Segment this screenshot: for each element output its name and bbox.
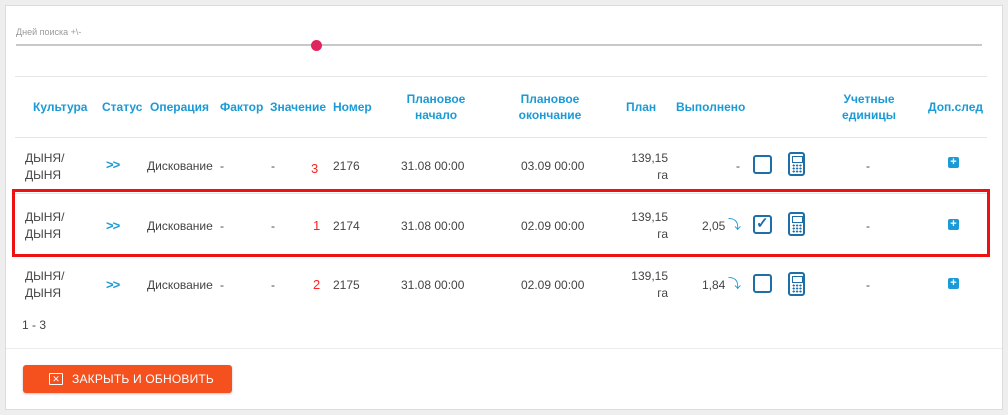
cell-units: - [866,278,870,292]
col-status[interactable]: Статус [102,99,142,115]
calculator-icon[interactable] [788,152,805,176]
col-factor[interactable]: Фактор [220,99,263,115]
close-and-refresh-button[interactable]: ✕ ЗАКРЫТЬ И ОБНОВИТЬ [23,365,232,393]
col-plan-end[interactable]: Плановое окончание [508,91,592,123]
cell-value: - [271,159,275,173]
row-marker: 3 [311,161,319,176]
cell-plan-end: 03.09 00:00 [521,159,585,173]
col-extra[interactable]: Доп.след [928,99,983,115]
cell-plan: 139,15 га [631,151,668,182]
button-label: ЗАКРЫТЬ И ОБНОВИТЬ [72,372,215,386]
col-done[interactable]: Выполнено [676,99,745,115]
double-chevron-right-icon[interactable]: >> [106,157,120,172]
cell-operation: Дискование [147,278,213,292]
cell-plan-start: 31.08 00:00 [401,278,465,292]
return-arrow-icon: ⤵ [728,276,742,291]
cell-number: 2175 [333,278,360,292]
col-operation[interactable]: Операция [150,99,209,115]
add-extra-icon[interactable]: + [948,278,959,289]
col-culture[interactable]: Культура [33,99,87,115]
add-extra-icon[interactable]: + [948,157,959,168]
cell-plan-end: 02.09 00:00 [521,278,585,292]
cell-culture: ДЫНЯ/ ДЫНЯ [25,269,65,300]
days-slider-thumb[interactable] [311,40,322,51]
cell-factor: - [220,159,224,173]
cell-plan: 139,15 га [631,269,668,300]
cell-operation: Дискование [147,159,213,173]
done-checkbox[interactable] [753,274,772,293]
pagination-range: 1 - 3 [22,318,47,332]
col-number[interactable]: Номер [333,99,372,115]
col-units[interactable]: Учетные единицы [829,91,909,123]
header-bottom-divider [15,137,987,138]
highlight-box [12,189,990,257]
cell-plan-start: 31.08 00:00 [401,159,465,173]
calculator-icon[interactable] [788,272,805,296]
row-marker: 2 [313,277,321,292]
close-box-icon: ✕ [49,373,63,385]
cell-value: - [271,278,275,292]
cell-units: - [866,159,870,173]
cell-done: 1,84 [702,278,726,292]
done-checkbox[interactable] [753,155,772,174]
col-plan[interactable]: План [626,99,656,115]
days-slider-track[interactable] [16,44,982,46]
header-top-divider [15,76,987,77]
cell-done: - [736,159,740,173]
footer-divider [6,348,1002,349]
col-plan-start[interactable]: Плановое начало [396,91,476,123]
cell-factor: - [220,278,224,292]
col-value[interactable]: Значение [270,99,326,115]
slider-label: Дней поиска +\- [16,27,82,37]
double-chevron-right-icon[interactable]: >> [106,277,120,292]
cell-culture: ДЫНЯ/ ДЫНЯ [25,151,65,182]
cell-number: 2176 [333,159,360,173]
